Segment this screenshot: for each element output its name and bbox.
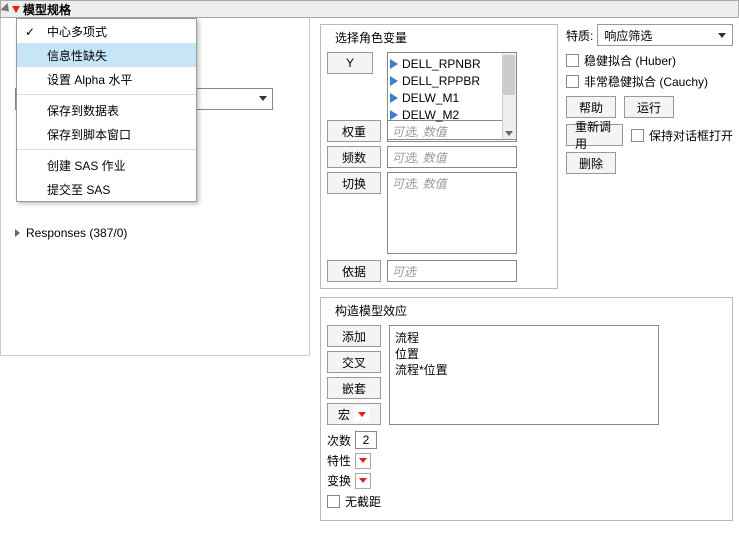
panel-title: 模型规格 <box>23 1 71 18</box>
help-button[interactable]: 帮助 <box>566 96 616 118</box>
section-title: 选择角色变量 <box>331 29 411 46</box>
add-button[interactable]: 添加 <box>327 325 381 347</box>
degree-input[interactable] <box>355 431 377 449</box>
robust-cauchy-row[interactable]: 非常稳健拟合 (Cauchy) <box>566 73 733 90</box>
traits-dropdown[interactable]: 响应筛选 <box>597 24 733 46</box>
menu-item-save-script[interactable]: 保存到脚本窗口 <box>17 122 196 146</box>
scrollbar[interactable] <box>502 53 516 139</box>
red-dropdown-icon <box>354 406 370 422</box>
disclosure-icon[interactable] <box>0 3 12 15</box>
tree-item-responses[interactable]: Responses (387/0) <box>15 224 127 242</box>
weight-button[interactable]: 权重 <box>327 120 381 142</box>
macro-button[interactable]: 宏 <box>327 403 381 425</box>
list-item[interactable]: 位置 <box>395 345 653 361</box>
list-item[interactable]: 流程 <box>395 329 653 345</box>
menu-item-submit-sas[interactable]: 提交至 SAS <box>17 177 196 201</box>
chevron-down-icon <box>718 33 726 38</box>
continuous-icon <box>390 59 398 69</box>
scrollbar-thumb[interactable] <box>503 55 515 95</box>
variable-list[interactable]: DELL_RPNBR DELL_RPPBR DELW_M1 DELW_M2 <box>387 52 517 140</box>
menu-item-create-sas[interactable]: 创建 SAS 作业 <box>17 153 196 177</box>
transform-label: 变换 <box>327 472 351 489</box>
menu-item-informative-missing[interactable]: 信息性缺失 <box>17 43 196 67</box>
transform-dropdown[interactable] <box>355 473 371 489</box>
section-title: 构造模型效应 <box>331 302 411 319</box>
keep-open-row[interactable]: 保持对话框打开 <box>631 127 733 144</box>
robust-huber-row[interactable]: 稳健拟合 (Huber) <box>566 52 733 69</box>
by-button[interactable]: 依据 <box>327 260 381 282</box>
construct-effects-section: 构造模型效应 添加 交叉 嵌套 宏 流程 位置 流程*位置 <box>320 297 733 521</box>
context-menu: ✓ 中心多项式 信息性缺失 设置 Alpha 水平 保存到数据表 保存到脚本窗口… <box>16 18 197 202</box>
property-dropdown[interactable] <box>355 453 371 469</box>
list-item: DELW_M1 <box>390 89 514 106</box>
by-field[interactable]: 可选 <box>387 260 517 282</box>
list-item[interactable]: 流程*位置 <box>395 361 653 377</box>
chevron-right-icon <box>15 229 20 237</box>
tree-item-label: Responses (387/0) <box>26 226 127 240</box>
menu-item-center-poly[interactable]: ✓ 中心多项式 <box>17 19 196 43</box>
switch-button[interactable]: 切换 <box>327 172 381 194</box>
cross-button[interactable]: 交叉 <box>327 351 381 373</box>
freq-field[interactable]: 可选, 数值 <box>387 146 517 168</box>
traits-column: 特质: 响应筛选 稳健拟合 (Huber) 非常稳健拟合 (Cauchy) 帮助 <box>566 24 733 297</box>
list-item: DELL_RPPBR <box>390 72 514 89</box>
continuous-icon <box>390 76 398 86</box>
panel-title-bar: 模型规格 <box>0 0 739 18</box>
checkbox[interactable] <box>566 75 579 88</box>
run-button[interactable]: 运行 <box>624 96 674 118</box>
effects-list[interactable]: 流程 位置 流程*位置 <box>389 325 659 425</box>
freq-button[interactable]: 频数 <box>327 146 381 168</box>
checkbox[interactable] <box>566 54 579 67</box>
nest-button[interactable]: 嵌套 <box>327 377 381 399</box>
list-item: DELW_M2 <box>390 106 514 123</box>
menu-item-save-table[interactable]: 保存到数据表 <box>17 98 196 122</box>
degree-label: 次数 <box>327 432 351 449</box>
red-menu-icon[interactable] <box>12 6 20 13</box>
menu-separator <box>17 149 196 150</box>
no-intercept-row[interactable]: 无截距 <box>327 493 726 510</box>
checkbox[interactable] <box>631 129 644 142</box>
traits-label: 特质: <box>566 27 593 44</box>
select-roles-section: 选择角色变量 Y 权重 可选, 数值 频数 可选, 数值 切换 可选, 数值 <box>320 24 558 289</box>
check-icon: ✓ <box>25 25 35 39</box>
continuous-icon <box>390 93 398 103</box>
list-item: DELL_RPNBR <box>390 55 514 72</box>
y-button[interactable]: Y <box>327 52 373 74</box>
recall-button[interactable]: 重新调用 <box>566 124 623 146</box>
checkbox[interactable] <box>327 495 340 508</box>
dropdown-icon[interactable] <box>259 96 267 101</box>
menu-item-set-alpha[interactable]: 设置 Alpha 水平 <box>17 67 196 91</box>
property-label: 特性 <box>327 452 351 469</box>
menu-separator <box>17 94 196 95</box>
scroll-down-icon[interactable] <box>505 131 513 136</box>
switch-field[interactable]: 可选, 数值 <box>387 172 517 254</box>
delete-button[interactable]: 删除 <box>566 152 616 174</box>
continuous-icon <box>390 110 398 120</box>
